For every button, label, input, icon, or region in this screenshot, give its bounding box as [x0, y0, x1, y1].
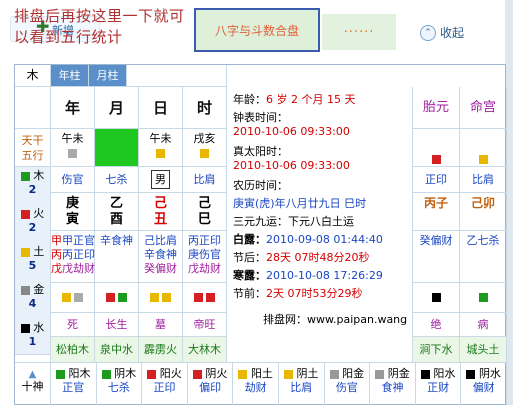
taiyuan-header: 胎元 [413, 87, 460, 129]
wuxing-water: 水 1 [15, 321, 50, 349]
element-color-swatch [375, 369, 385, 379]
minggong-header: 命宫 [460, 87, 507, 129]
element-color-swatch [101, 369, 111, 379]
hidden-pair-day: 午未 [139, 129, 183, 167]
element-color-swatch [192, 369, 202, 379]
element-color-swatch [329, 369, 339, 379]
element-marks-year [51, 283, 95, 313]
combined-chart-button[interactable]: 八字与斗数合盘 [194, 8, 320, 52]
hidden-stems-day: 己比肩 辛食神 癸偏财 [139, 231, 183, 283]
site-label[interactable]: 排盘网：www.paipan.wang [233, 313, 412, 327]
taiyuan-tengod: 正印 [413, 167, 460, 193]
changsheng-hour: 帝旺 [183, 313, 227, 337]
tengod-legend-item: 阴木 七杀 [97, 363, 143, 405]
changsheng-day: 墓 [139, 313, 183, 337]
changsheng-year: 死 [51, 313, 95, 337]
minggong-nayin: 城头土 [460, 337, 507, 363]
corner-cell: 木 [15, 65, 51, 87]
minggong-tengod: 比肩 [460, 167, 507, 193]
element-color-swatch [284, 369, 294, 379]
hidden-stems-month: 辛食神 [95, 231, 139, 283]
element-color-swatch [238, 369, 248, 379]
tengod-legend-item: 阴火 偏印 [188, 363, 234, 405]
wuxing-fire: 火 2 [15, 207, 50, 235]
element-marks-month [95, 283, 139, 313]
pillar-hour: 己巳 [183, 193, 227, 231]
tengod-hour: 比肩 [183, 167, 227, 193]
info-panel: 年龄：6 岁 2 个月 15 天 钟表时间： 2010-10-06 09:33:… [227, 87, 413, 363]
triangle-up-icon: ▲ [28, 369, 37, 380]
nayin-year: 松柏木 [51, 337, 95, 363]
element-color-swatch [147, 369, 157, 379]
minggong-elements [460, 283, 507, 313]
tengod-legend-item: 阳金 伤官 [325, 363, 371, 405]
pillar-year: 庚寅 [51, 193, 95, 231]
hidden-stems-hour: 丙正印 庚伤官 戊劫财 [183, 231, 227, 283]
bazi-chart: 木 年柱 月柱 年 月 日 时 天干 五行 午未 午未 戌亥 木 2 火 2 土… [14, 64, 507, 405]
wuxing-earth: 土 5 [15, 245, 50, 273]
taiyuan-mark [413, 129, 460, 167]
minggong-mark [460, 129, 507, 167]
element-marks-hour [183, 283, 227, 313]
hidden-pair-hour: 戌亥 [183, 129, 227, 167]
month-pillar-tab[interactable]: 月柱 [89, 65, 127, 87]
nayin-hour: 大林木 [183, 337, 227, 363]
pillar-month: 乙酉 [95, 193, 139, 231]
col-day: 日 [139, 87, 183, 129]
tengod-year: 伤官 [51, 167, 95, 193]
taiyuan-changsheng: 绝 [413, 313, 460, 337]
col-year: 年 [51, 87, 95, 129]
wuxing-count-panel: 木 2 火 2 土 5 金 4 水 1 [15, 167, 51, 355]
taiyuan-elements [413, 283, 460, 313]
header-blank [127, 65, 227, 87]
changsheng-month: 长生 [95, 313, 139, 337]
wuxing-metal: 金 4 [15, 283, 50, 311]
taiyuan-pillar: 丙子 [413, 193, 460, 231]
element-marks-day [139, 283, 183, 313]
minggong-hidden: 乙七杀 [460, 231, 507, 283]
taiyuan-nayin: 涧下水 [413, 337, 460, 363]
tengod-legend-item: 阳木 正官 [51, 363, 97, 405]
col-hour: 时 [183, 87, 227, 129]
wuxing-wood: 木 2 [15, 169, 50, 197]
gender-badge[interactable]: 男 [151, 170, 170, 189]
year-pillar-tab[interactable]: 年柱 [51, 65, 89, 87]
element-color-swatch [420, 369, 430, 379]
more-button[interactable]: ······ [322, 14, 396, 50]
minggong-changsheng: 病 [460, 313, 507, 337]
bottom-left-cell: ▲ 十神 [15, 363, 51, 405]
tengod-legend-item: 阴水 偏财 [461, 363, 507, 405]
tengod-legend-item: 阳水 正财 [416, 363, 462, 405]
collapse-button[interactable]: ⌃ 收起 [420, 24, 464, 41]
nayin-month: 泉中水 [95, 337, 139, 363]
blank-cell [15, 355, 51, 363]
hint-text: 排盘后再按这里一下就可以看到五行统计 [14, 7, 185, 46]
tengod-legend-item: 阴土 比肩 [279, 363, 325, 405]
chevron-up-icon: ⌃ [420, 24, 436, 41]
tengod-legend-item: 阳土 劫财 [233, 363, 279, 405]
tengod-legend-item: 阴金 食神 [370, 363, 416, 405]
taiyuan-hidden: 癸偏财 [413, 231, 460, 283]
blank-cell [15, 87, 51, 129]
tengod-legend-item: 阳火 正印 [142, 363, 188, 405]
hidden-pair-year: 午未 [51, 129, 95, 167]
nayin-day: 霹雳火 [139, 337, 183, 363]
tiangan-wuxing-label: 天干 五行 [15, 129, 51, 167]
tengod-month: 七杀 [95, 167, 139, 193]
hidden-stems-year: 甲甲正官 丙丙正印 戊戊劫财 [51, 231, 95, 283]
collapse-label: 收起 [440, 26, 465, 40]
element-color-swatch [466, 369, 476, 379]
element-color-swatch [56, 369, 66, 379]
col-month: 月 [95, 87, 139, 129]
hidden-pair-month [95, 129, 139, 167]
gender-cell: 男 [139, 167, 183, 193]
minggong-pillar: 己卯 [460, 193, 507, 231]
pillar-day: 己丑 [139, 193, 183, 231]
